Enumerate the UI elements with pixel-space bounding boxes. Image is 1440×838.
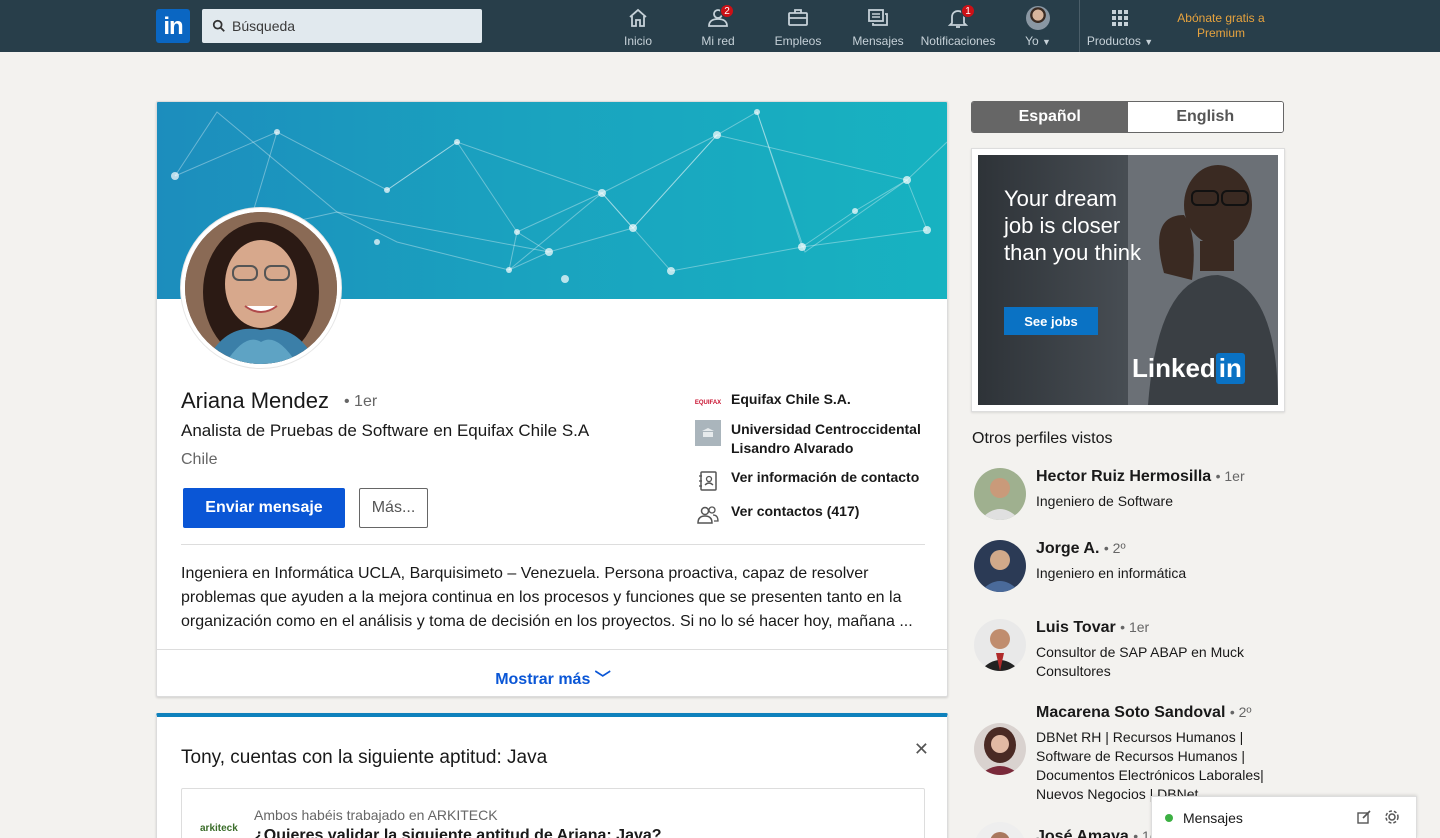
online-status-dot: [1165, 814, 1173, 822]
nav-me[interactable]: Yo ▼: [998, 6, 1078, 50]
nav-me-label: Yo: [1025, 34, 1039, 48]
nav-my-network[interactable]: 2 Mi red: [678, 4, 758, 50]
contact-info-link[interactable]: Ver información de contacto: [695, 468, 931, 494]
people-icon: [695, 502, 721, 528]
job-ad[interactable]: Your dream job is closer than you think …: [971, 148, 1285, 412]
person-name: Luis Tovar: [1036, 619, 1116, 636]
person-headline: DBNet RH | Recursos Humanos | Software d…: [1036, 729, 1264, 802]
avatar: [974, 619, 1026, 671]
messaging-tray-label: Mensajes: [1183, 810, 1243, 826]
ad-brand-in: in: [1215, 353, 1245, 384]
network-badge: 2: [720, 4, 734, 18]
close-icon[interactable]: ✕: [914, 739, 929, 760]
notifications-badge: 1: [961, 4, 975, 18]
section-divider: [181, 544, 925, 545]
nav-products[interactable]: Productos ▼: [1080, 6, 1160, 50]
education-label: Universidad Centroccidental Lisandro Alv…: [731, 421, 921, 456]
person-name: Jorge A.: [1036, 540, 1100, 557]
briefcase-icon: [758, 6, 838, 30]
person-degree: • 1er: [1215, 468, 1245, 484]
person-degree: • 2º: [1103, 540, 1126, 556]
linkedin-logo[interactable]: in: [156, 9, 190, 43]
chevron-down-icon: ▼: [1144, 37, 1154, 47]
current-company[interactable]: EQUIFAX Equifax Chile S.A.: [695, 390, 931, 416]
degree-dot: •: [344, 393, 355, 410]
nav-home-label: Inicio: [623, 34, 652, 48]
nav-messaging-label: Mensajes: [852, 34, 904, 48]
profile-summary: Ingeniera en Informática UCLA, Barquisim…: [181, 565, 913, 630]
person-degree: • 2º: [1229, 704, 1252, 720]
messaging-icon: [838, 6, 918, 30]
person-name: Hector Ruiz Hermosilla: [1036, 468, 1212, 485]
more-actions-button[interactable]: Más...: [359, 488, 428, 528]
endorse-question: ¿Quieres validar la siguiente aptitud de…: [254, 827, 662, 838]
avatar: [974, 723, 1026, 775]
nav-home[interactable]: Inicio: [598, 6, 678, 50]
search-icon: [212, 19, 225, 32]
nav-jobs-label: Empleos: [774, 34, 822, 48]
grid-icon: [1080, 6, 1160, 30]
profile-headline: Analista de Pruebas de Software en Equif…: [181, 421, 590, 440]
ad-image: Your dream job is closer than you think …: [978, 155, 1278, 405]
nav-notifications-label: Notificaciones: [920, 34, 996, 48]
ad-headline: Your dream job is closer than you think: [1004, 186, 1141, 265]
show-more-label: Mostrar más: [495, 671, 591, 688]
language-toggle: Español English: [971, 101, 1284, 133]
nav-products-label: Productos: [1086, 34, 1141, 48]
bell-icon: [918, 6, 998, 30]
nav-messaging[interactable]: Mensajes: [838, 6, 918, 50]
avatar: [974, 822, 1026, 838]
person-headline: Ingeniero en informática: [1036, 565, 1187, 581]
connections-label: Ver contactos (417): [731, 503, 860, 519]
premium-upsell-link[interactable]: Abónate gratis a Premium: [1162, 11, 1280, 41]
person-degree: • 1er: [1120, 619, 1150, 635]
person-name: José Amaya: [1036, 828, 1129, 838]
lang-spanish-button[interactable]: Español: [972, 102, 1128, 132]
profile-photo[interactable]: [181, 208, 341, 368]
company-logo-icon: EQUIFAX: [694, 400, 722, 406]
chevron-down-icon: ▼: [1042, 37, 1051, 47]
search-box[interactable]: [202, 9, 482, 43]
contact-card-icon: [695, 468, 721, 494]
messaging-tray[interactable]: Mensajes: [1151, 796, 1417, 838]
person-name: Macarena Soto Sandoval: [1036, 704, 1226, 721]
avatar: [1026, 6, 1050, 30]
send-message-button[interactable]: Enviar mensaje: [183, 488, 345, 528]
home-icon: [598, 6, 678, 30]
current-company-label: Equifax Chile S.A.: [731, 391, 851, 407]
search-input[interactable]: [232, 18, 472, 34]
linkedin-ad-logo: Linked in: [1132, 353, 1245, 384]
chevron-down-icon: ﹀: [594, 671, 611, 688]
ad-brand-text: Linked: [1132, 353, 1216, 383]
nav-jobs[interactable]: Empleos: [758, 6, 838, 50]
avatar: [974, 468, 1026, 520]
show-more-bar[interactable]: Mostrar más ﹀: [157, 649, 947, 696]
contact-info-label: Ver información de contacto: [731, 469, 920, 485]
others-viewed-title: Otros perfiles vistos: [972, 430, 1113, 447]
avatar: [974, 540, 1026, 592]
profile-card: Ariana Mendez • 1er Analista de Pruebas …: [156, 101, 948, 697]
person-headline: Ingeniero de Software: [1036, 493, 1173, 509]
network-icon: [678, 6, 758, 30]
connection-degree: 1er: [354, 393, 378, 410]
nav-notifications[interactable]: 1 Notificaciones: [918, 4, 998, 50]
shared-work-text: Ambos habéis trabajado en ARKITECK: [254, 807, 498, 823]
person-headline: Consultor de SAP ABAP en Muck Consultore…: [1036, 644, 1245, 679]
skill-endorsement-card: Tony, cuentas con la siguiente aptitud: …: [156, 713, 948, 838]
arkiteck-logo: arkiteck: [200, 823, 238, 834]
profile-name: Ariana Mendez: [181, 388, 329, 413]
education-school[interactable]: Universidad Centroccidental Lisandro Alv…: [695, 420, 931, 458]
see-jobs-button[interactable]: See jobs: [1004, 307, 1098, 335]
skill-card-title: Tony, cuentas con la siguiente aptitud: …: [181, 747, 548, 768]
profile-location: Chile: [181, 451, 218, 468]
top-nav-bar: in Inicio 2 Mi red Empleos Mensajes 1 No…: [0, 0, 1440, 52]
skill-prompt: arkiteck Ambos habéis trabajado en ARKIT…: [181, 788, 925, 838]
connections-link[interactable]: Ver contactos (417): [695, 502, 931, 528]
gear-icon[interactable]: [1384, 809, 1400, 825]
compose-icon[interactable]: [1356, 809, 1372, 825]
lang-english-button[interactable]: English: [1127, 102, 1283, 132]
nav-my-network-label: Mi red: [701, 34, 735, 48]
school-icon: [695, 420, 721, 446]
